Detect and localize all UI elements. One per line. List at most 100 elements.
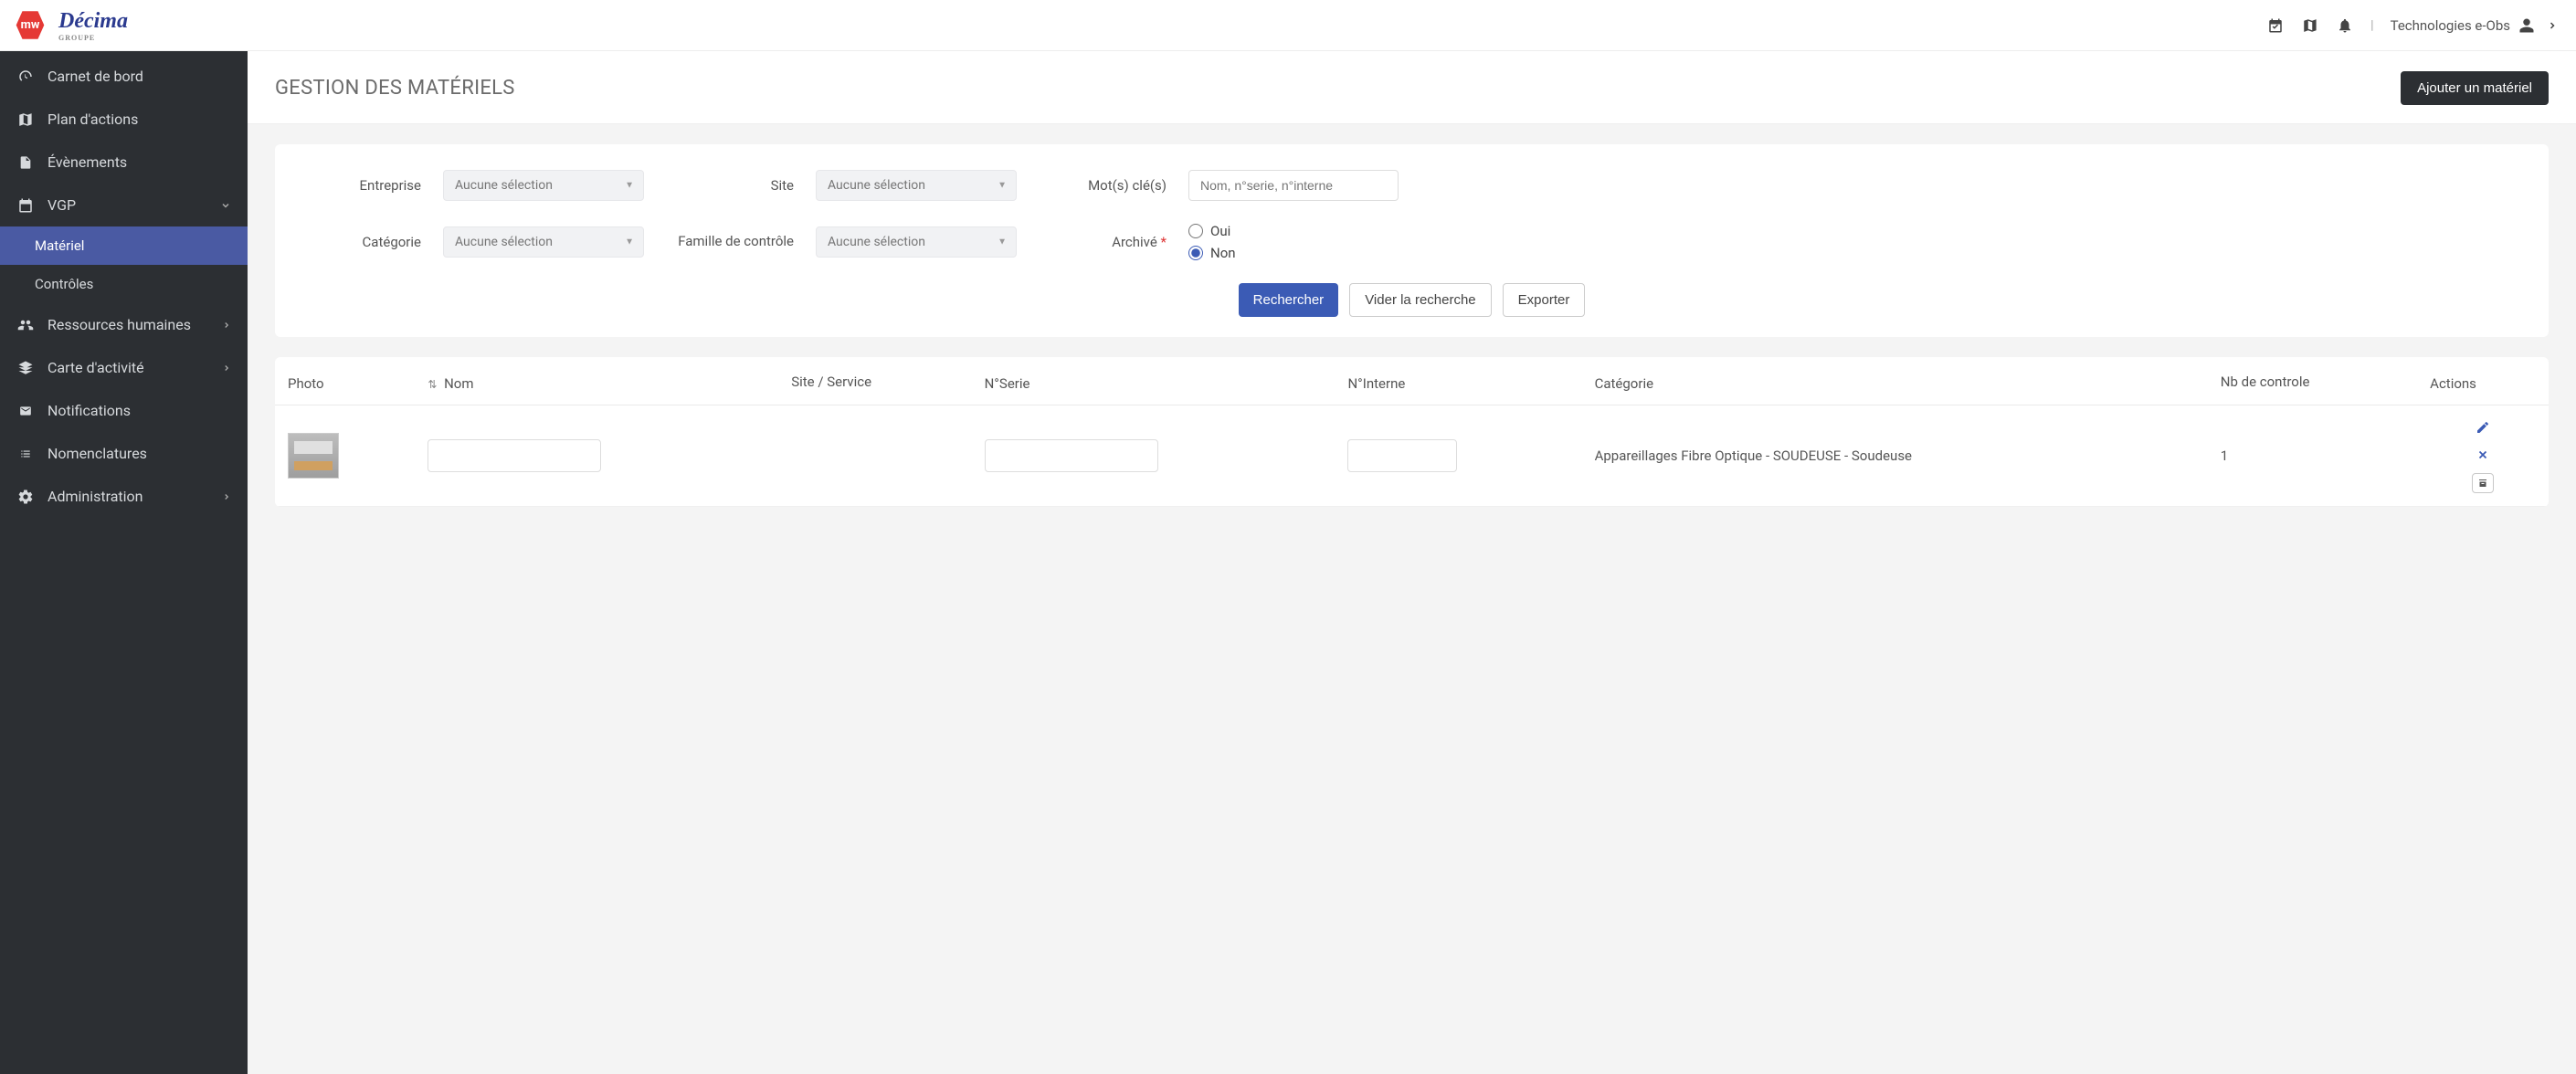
categorie-select[interactable]: Aucune sélection ▼ bbox=[443, 226, 644, 258]
materials-table: Photo ⇅ Nom Site / Service N°Serie N°Int… bbox=[275, 357, 2549, 507]
separator: | bbox=[2370, 18, 2373, 33]
calendar-check-icon[interactable] bbox=[2266, 16, 2285, 35]
nserie-input[interactable] bbox=[985, 439, 1158, 472]
col-nom[interactable]: ⇅ Nom bbox=[415, 357, 778, 405]
sidebar-item-evenements[interactable]: Évènements bbox=[0, 141, 248, 184]
sidebar-subitem-materiel[interactable]: Matériel bbox=[0, 226, 248, 265]
col-categorie: Catégorie bbox=[1582, 357, 2208, 405]
cell-nb-controle: 1 bbox=[2208, 405, 2417, 506]
sidebar-item-label: Notifications bbox=[48, 402, 131, 419]
sidebar-item-vgp[interactable]: VGP bbox=[0, 184, 248, 226]
logo-app-icon[interactable]: mw bbox=[15, 10, 46, 41]
users-icon bbox=[16, 317, 35, 333]
filter-label-categorie: Catégorie bbox=[311, 234, 421, 250]
table-row: Appareillages Fibre Optique - SOUDEUSE -… bbox=[275, 405, 2549, 506]
col-ninterne: N°Interne bbox=[1335, 357, 1581, 405]
ninterne-input[interactable] bbox=[1347, 439, 1457, 472]
cell-ninterne bbox=[1335, 405, 1581, 506]
sidebar-item-carte-activite[interactable]: Carte d'activité bbox=[0, 346, 248, 389]
chevron-down-icon bbox=[220, 200, 231, 211]
col-site-service: Site / Service bbox=[778, 357, 971, 405]
dashboard-icon bbox=[16, 68, 35, 85]
chevron-right-icon bbox=[222, 321, 231, 330]
logo-brand[interactable]: DécimaGROUPE bbox=[58, 9, 128, 42]
sidebar-item-nomenclatures[interactable]: Nomenclatures bbox=[0, 432, 248, 475]
entreprise-select[interactable]: Aucune sélection ▼ bbox=[443, 170, 644, 201]
caret-down-icon: ▼ bbox=[998, 181, 1007, 191]
user-name: Technologies e-Obs bbox=[2391, 17, 2510, 34]
col-photo: Photo bbox=[275, 357, 415, 405]
sidebar-item-label: Évènements bbox=[48, 153, 127, 171]
filters-panel: Entreprise Aucune sélection ▼ Site Aucun… bbox=[275, 144, 2549, 337]
chevron-right-icon bbox=[222, 492, 231, 501]
sidebar-item-rh[interactable]: Ressources humaines bbox=[0, 303, 248, 346]
sidebar-item-label: VGP bbox=[48, 196, 76, 214]
archive-radio-oui-input[interactable] bbox=[1188, 224, 1203, 238]
select-value: Aucune sélection bbox=[455, 235, 553, 249]
sidebar-item-plan-actions[interactable]: Plan d'actions bbox=[0, 98, 248, 141]
radio-label: Non bbox=[1210, 245, 1236, 261]
calendar-icon bbox=[16, 197, 35, 214]
sidebar-item-carnet-de-bord[interactable]: Carnet de bord bbox=[0, 55, 248, 98]
map-icon[interactable] bbox=[2301, 16, 2319, 35]
site-select[interactable]: Aucune sélection ▼ bbox=[816, 170, 1017, 201]
nom-input[interactable] bbox=[428, 439, 601, 472]
clear-search-button[interactable]: Vider la recherche bbox=[1349, 283, 1491, 317]
page-header: GESTION DES MATÉRIELS Ajouter un matérie… bbox=[248, 51, 2576, 124]
famille-select[interactable]: Aucune sélection ▼ bbox=[816, 226, 1017, 258]
user-menu[interactable]: Technologies e-Obs bbox=[2391, 16, 2561, 35]
archive-radio-non[interactable]: Non bbox=[1188, 245, 1389, 261]
map-icon bbox=[16, 111, 35, 128]
col-nserie: N°Serie bbox=[972, 357, 1336, 405]
cell-site-service bbox=[778, 405, 971, 506]
add-material-button[interactable]: Ajouter un matériel bbox=[2401, 71, 2549, 105]
filter-label-entreprise: Entreprise bbox=[311, 177, 421, 194]
table-header-row: Photo ⇅ Nom Site / Service N°Serie N°Int… bbox=[275, 357, 2549, 405]
sidebar-item-notifications[interactable]: Notifications bbox=[0, 389, 248, 432]
archive-radio-group: Oui Non bbox=[1188, 223, 1389, 261]
sidebar-item-label: Matériel bbox=[35, 237, 84, 254]
filter-label-site: Site bbox=[666, 177, 794, 194]
mail-icon bbox=[16, 405, 35, 417]
select-value: Aucune sélection bbox=[828, 235, 925, 249]
chevron-right-icon bbox=[2543, 16, 2561, 35]
col-actions: Actions bbox=[2417, 357, 2549, 405]
cell-photo bbox=[275, 405, 415, 506]
filter-label-famille: Famille de contrôle bbox=[666, 233, 794, 251]
sidebar-subitem-controles[interactable]: Contrôles bbox=[0, 265, 248, 303]
sidebar-item-label: Plan d'actions bbox=[48, 111, 138, 128]
sidebar-item-label: Carnet de bord bbox=[48, 68, 143, 85]
archive-icon[interactable] bbox=[2472, 473, 2494, 493]
col-label: Nom bbox=[444, 375, 473, 392]
caret-down-icon: ▼ bbox=[625, 237, 634, 247]
cell-actions bbox=[2417, 405, 2549, 506]
search-button[interactable]: Rechercher bbox=[1239, 283, 1339, 317]
keywords-input[interactable] bbox=[1188, 170, 1399, 201]
select-value: Aucune sélection bbox=[455, 178, 553, 193]
topbar-left: mw DécimaGROUPE bbox=[15, 9, 128, 42]
close-icon[interactable] bbox=[2474, 446, 2492, 464]
select-value: Aucune sélection bbox=[828, 178, 925, 193]
sort-icon: ⇅ bbox=[428, 378, 437, 391]
sidebar-item-administration[interactable]: Administration bbox=[0, 475, 248, 518]
export-button[interactable]: Exporter bbox=[1503, 283, 1586, 317]
sidebar-item-label: Nomenclatures bbox=[48, 445, 147, 462]
caret-down-icon: ▼ bbox=[625, 181, 634, 191]
layers-icon bbox=[16, 360, 35, 376]
cell-nom bbox=[415, 405, 778, 506]
archive-radio-non-input[interactable] bbox=[1188, 246, 1203, 260]
sidebar-item-label: Administration bbox=[48, 488, 143, 505]
cell-categorie: Appareillages Fibre Optique - SOUDEUSE -… bbox=[1582, 405, 2208, 506]
radio-label: Oui bbox=[1210, 223, 1230, 239]
archive-radio-oui[interactable]: Oui bbox=[1188, 223, 1389, 239]
material-thumbnail[interactable] bbox=[288, 433, 339, 479]
col-nb-controle: Nb de controle bbox=[2208, 357, 2417, 405]
file-icon bbox=[16, 154, 35, 171]
results-table-card: Photo ⇅ Nom Site / Service N°Serie N°Int… bbox=[275, 357, 2549, 507]
bell-icon[interactable] bbox=[2336, 16, 2354, 35]
edit-icon[interactable] bbox=[2474, 418, 2492, 437]
topbar: mw DécimaGROUPE | Technologies e-Obs bbox=[0, 0, 2576, 51]
sidebar-item-label: Contrôles bbox=[35, 276, 93, 292]
topbar-right: | Technologies e-Obs bbox=[2266, 16, 2561, 35]
sidebar-item-label: Carte d'activité bbox=[48, 359, 144, 376]
